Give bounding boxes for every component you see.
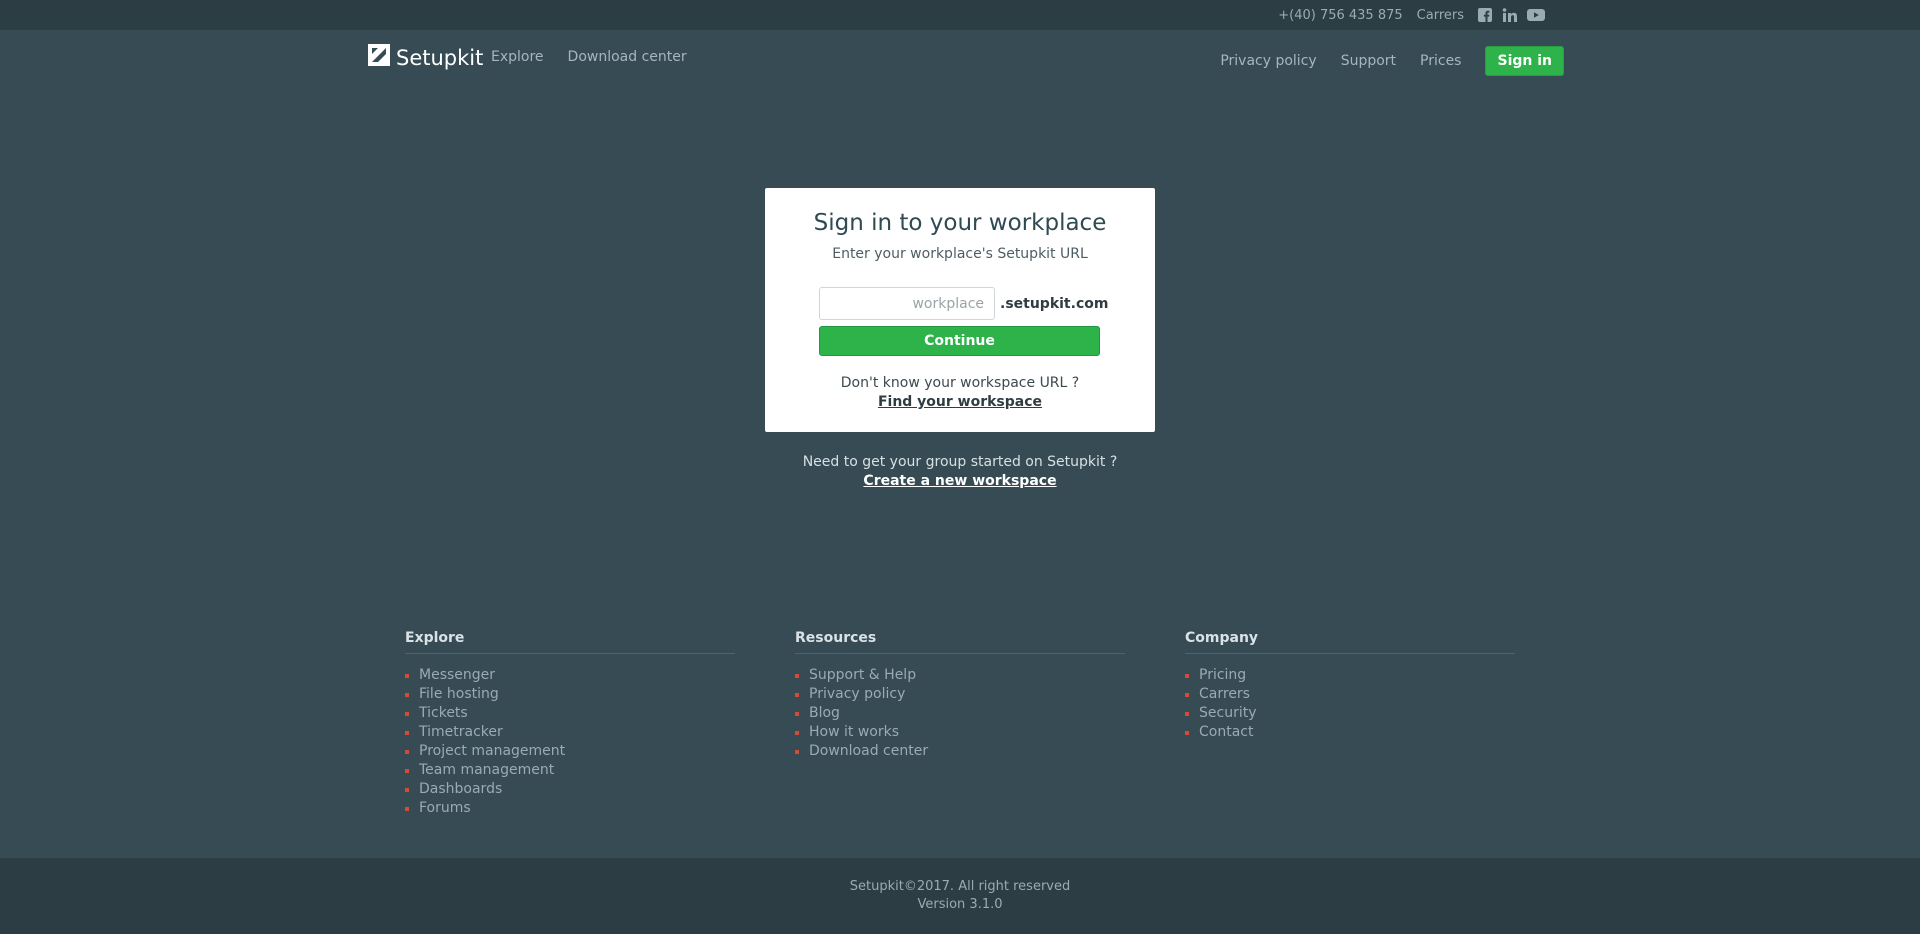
bullet-icon: [795, 673, 799, 678]
footer-link-label: Dashboards: [419, 781, 503, 797]
footer-link[interactable]: Team management: [405, 761, 735, 780]
footer-link[interactable]: Privacy policy: [795, 685, 1125, 704]
nav-privacy-policy[interactable]: Privacy policy: [1220, 53, 1316, 69]
bullet-icon: [795, 730, 799, 735]
bullet-icon: [405, 692, 409, 697]
footer-link[interactable]: Blog: [795, 704, 1125, 723]
phone-number: +(40) 756 435 875: [1278, 7, 1403, 23]
footer-link-label: Messenger: [419, 667, 496, 683]
bullet-icon: [405, 806, 409, 811]
footer-link[interactable]: Carrers: [1185, 685, 1515, 704]
bullet-icon: [405, 711, 409, 716]
workspace-input[interactable]: [819, 287, 995, 320]
workspace-url-row: .setupkit.com: [819, 287, 1108, 320]
card-title: Sign in to your workplace: [813, 210, 1107, 236]
bullet-icon: [405, 768, 409, 773]
bullet-icon: [1185, 673, 1189, 678]
version-text: Version 3.1.0: [917, 897, 1003, 912]
footer-link[interactable]: Dashboards: [405, 780, 735, 799]
footer-link[interactable]: Download center: [795, 742, 1125, 761]
footer-resources: Resources Support & Help Privacy policy …: [795, 630, 1125, 818]
footer-link[interactable]: File hosting: [405, 685, 735, 704]
bullet-icon: [405, 730, 409, 735]
topbar-carrers-link[interactable]: Carrers: [1417, 8, 1464, 23]
linkedin-icon[interactable]: [1502, 8, 1517, 22]
copyright-text: Setupkit©2017. All right reserved: [849, 879, 1071, 894]
nav-explore[interactable]: Explore: [491, 49, 544, 65]
footer-link-label: Support & Help: [809, 667, 917, 683]
footer-link[interactable]: Support & Help: [795, 666, 1125, 685]
footer-link-label: Blog: [809, 705, 840, 721]
footer-company-title: Company: [1185, 630, 1515, 654]
card-subtitle: Enter your workplace's Setupkit URL: [832, 246, 1088, 262]
footer-link[interactable]: Contact: [1185, 723, 1515, 742]
continue-button[interactable]: Continue: [819, 326, 1100, 356]
footer-link[interactable]: Pricing: [1185, 666, 1515, 685]
footer-explore: Explore Messenger File hosting Tickets T…: [405, 630, 735, 818]
bullet-icon: [795, 749, 799, 754]
sign-in-button[interactable]: Sign in: [1485, 46, 1564, 76]
top-bar: +(40) 756 435 875 Carrers: [0, 0, 1920, 30]
facebook-icon[interactable]: [1478, 8, 1492, 22]
bullet-icon: [1185, 730, 1189, 735]
footer-link-label: Pricing: [1199, 667, 1247, 683]
setupkit-logo-icon: [368, 44, 390, 71]
nav-prices[interactable]: Prices: [1420, 53, 1461, 69]
footer-link-label: Forums: [419, 800, 471, 816]
footer-link[interactable]: How it works: [795, 723, 1125, 742]
footer-link[interactable]: Timetracker: [405, 723, 735, 742]
bullet-icon: [1185, 692, 1189, 697]
footer-link-label: Security: [1199, 705, 1257, 721]
main-header: Setupkit Explore Download center Privacy…: [0, 30, 1920, 88]
brand-name: Setupkit: [396, 45, 484, 70]
bullet-icon: [405, 749, 409, 754]
footer-link-label: Project management: [419, 743, 566, 759]
footer-link-label: Privacy policy: [809, 686, 906, 702]
domain-suffix: .setupkit.com: [1000, 295, 1109, 312]
nav-download-center[interactable]: Download center: [568, 49, 687, 65]
footer-link-label: Tickets: [419, 705, 468, 721]
signin-card: Sign in to your workplace Enter your wor…: [765, 188, 1155, 432]
brand-logo[interactable]: Setupkit: [368, 44, 483, 71]
footer-link[interactable]: Messenger: [405, 666, 735, 685]
footer-link[interactable]: Security: [1185, 704, 1515, 723]
footer-resources-title: Resources: [795, 630, 1125, 654]
help-text: Don't know your workspace URL ?: [840, 375, 1080, 391]
bullet-icon: [1185, 711, 1189, 716]
footer-link[interactable]: Project management: [405, 742, 735, 761]
bottom-bar: Setupkit©2017. All right reserved Versio…: [0, 858, 1920, 934]
bullet-icon: [795, 711, 799, 716]
footer-link-label: Carrers: [1199, 686, 1250, 702]
footer-link[interactable]: Forums: [405, 799, 735, 818]
footer-link-label: Download center: [809, 743, 929, 759]
card-help: Don't know your workspace URL ? Find you…: [765, 375, 1155, 410]
footer-company: Company Pricing Carrers Security Contact: [1185, 630, 1515, 818]
create-workspace-link[interactable]: Create a new workspace: [0, 473, 1920, 489]
footer-link[interactable]: Tickets: [405, 704, 735, 723]
footer-columns: Explore Messenger File hosting Tickets T…: [405, 630, 1515, 818]
bullet-icon: [795, 692, 799, 697]
footer-link-label: Contact: [1199, 724, 1254, 740]
create-workspace-section: Need to get your group started on Setupk…: [0, 454, 1920, 489]
youtube-icon[interactable]: [1527, 8, 1545, 22]
footer-explore-title: Explore: [405, 630, 735, 654]
footer-link-label: How it works: [809, 724, 899, 740]
footer-link-label: Team management: [419, 762, 555, 778]
footer-link-label: Timetracker: [419, 724, 503, 740]
footer-link-label: File hosting: [419, 686, 499, 702]
find-workspace-link[interactable]: Find your workspace: [765, 394, 1155, 410]
create-workspace-text: Need to get your group started on Setupk…: [802, 454, 1118, 470]
bullet-icon: [405, 673, 409, 678]
nav-support[interactable]: Support: [1341, 53, 1396, 69]
bullet-icon: [405, 787, 409, 792]
